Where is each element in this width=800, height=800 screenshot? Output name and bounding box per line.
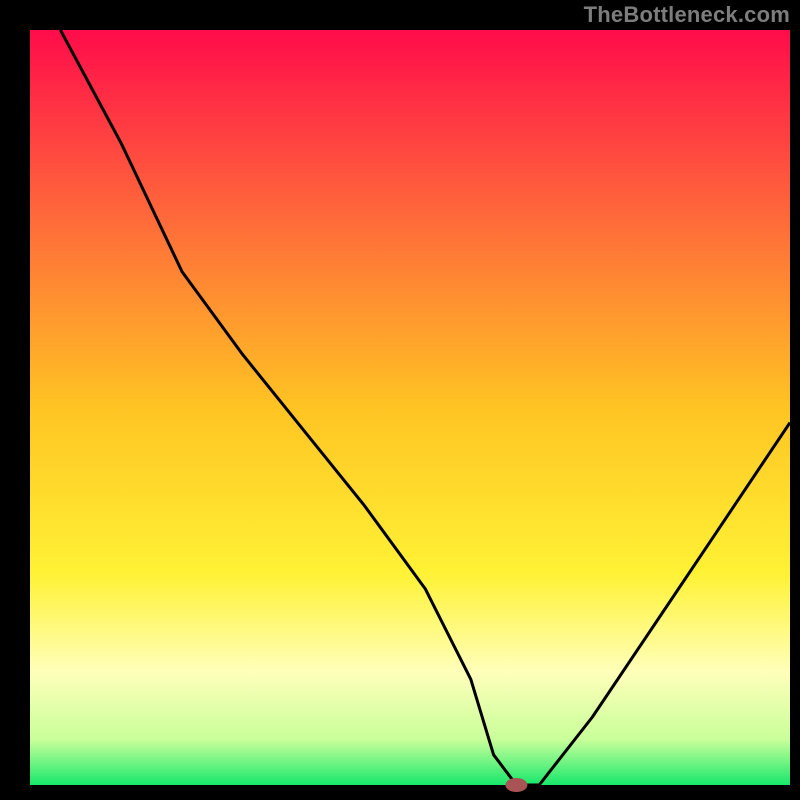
- gradient-background: [30, 30, 790, 785]
- bottleneck-chart: [0, 0, 800, 800]
- chart-container: TheBottleneck.com: [0, 0, 800, 800]
- optimal-marker: [505, 778, 527, 792]
